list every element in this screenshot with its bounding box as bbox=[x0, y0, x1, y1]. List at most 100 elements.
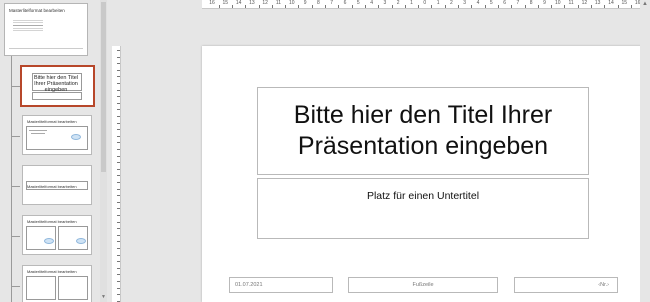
ruler-tick bbox=[117, 56, 120, 58]
thumbnail-slide-master[interactable]: Masterlitelformat bearbeiten bbox=[4, 3, 88, 56]
thumbnail-layout-title: Masterlitelformat bearbeiten bbox=[27, 219, 77, 224]
ruler-label: 1 bbox=[436, 0, 440, 6]
ruler-tick bbox=[524, 5, 526, 8]
thumbnail-subtitle-placeholder bbox=[32, 92, 82, 100]
ruler-label: 6 bbox=[343, 0, 347, 6]
slide-title[interactable]: Bitte hier den Titel Ihrer Präsentation … bbox=[273, 100, 573, 162]
thumbnail-graphic bbox=[76, 238, 86, 244]
date-text[interactable]: 01.07.2021 bbox=[235, 282, 263, 288]
thumbnail-layout-content[interactable]: Masterlitelformat bearbeiten bbox=[22, 115, 92, 155]
ruler-tick bbox=[117, 116, 120, 117]
scroll-down-icon[interactable]: ▼ bbox=[101, 294, 106, 300]
ruler-tick bbox=[537, 5, 539, 8]
ruler-label: 16 bbox=[209, 0, 215, 6]
slide-subtitle[interactable]: Platz für einen Untertitel bbox=[258, 190, 588, 202]
ruler-tick bbox=[117, 234, 120, 236]
ruler-label: 15 bbox=[222, 0, 229, 6]
thumbnail-graphic bbox=[71, 134, 81, 140]
subtitle-placeholder[interactable]: Platz für einen Untertitel bbox=[257, 178, 589, 239]
ruler-label: 2 bbox=[450, 0, 453, 6]
ruler-tick bbox=[325, 5, 327, 8]
ruler-tick bbox=[444, 5, 446, 8]
layout-tree-tick bbox=[11, 86, 20, 87]
ruler-label: 12 bbox=[262, 0, 268, 6]
ruler-tick bbox=[117, 248, 120, 249]
editor-scrollbar[interactable]: ▲ bbox=[640, 0, 650, 302]
ruler-label: 5 bbox=[356, 0, 360, 6]
ruler-tick bbox=[285, 5, 287, 8]
ruler-tick bbox=[298, 5, 300, 8]
ruler-label: 10 bbox=[555, 0, 561, 6]
ruler-tick bbox=[378, 5, 380, 8]
ruler-label: 6 bbox=[503, 0, 506, 6]
thumbnail-content-left bbox=[26, 276, 56, 300]
ruler-label: 9 bbox=[303, 0, 307, 6]
layout-tree-line bbox=[11, 56, 12, 302]
thumbnail-layout-comparison[interactable]: Masterlitelformat bearbeiten bbox=[22, 265, 92, 302]
ruler-label: 3 bbox=[383, 0, 387, 6]
date-placeholder[interactable]: 01.07.2021 bbox=[229, 277, 333, 293]
ruler-label: 3 bbox=[463, 0, 467, 6]
ruler-tick bbox=[117, 208, 120, 210]
ruler-tick bbox=[577, 5, 579, 8]
ruler-tick bbox=[117, 109, 120, 111]
slide-number-text[interactable]: ‹Nr.› bbox=[598, 282, 609, 288]
ruler-tick bbox=[117, 201, 120, 203]
ruler-tick bbox=[604, 5, 606, 8]
ruler-tick bbox=[117, 188, 120, 190]
ruler-tick bbox=[117, 294, 120, 296]
ruler-label: 11 bbox=[568, 0, 574, 6]
ruler-tick bbox=[117, 215, 120, 216]
ruler-label: 14 bbox=[608, 0, 614, 6]
slide-number-placeholder[interactable]: ‹Nr.› bbox=[514, 277, 618, 293]
thumbnail-master-bullets bbox=[13, 18, 43, 32]
ruler-tick bbox=[117, 69, 120, 71]
ruler-label: 5 bbox=[489, 0, 493, 6]
ruler-tick bbox=[117, 142, 120, 144]
ruler-tick bbox=[117, 261, 120, 263]
ruler-tick bbox=[117, 228, 120, 230]
horizontal-ruler[interactable]: 16 15 14 13 12 11 10 9 8 7 6 5 4 3 2 1 0 1 2 3 4 5 6 7 8 9 10 11 12 1… bbox=[202, 0, 650, 9]
thumbnail-master-footer bbox=[9, 48, 83, 52]
scroll-up-icon[interactable]: ▲ bbox=[642, 1, 648, 7]
ruler-tick bbox=[117, 175, 120, 177]
ruler-tick bbox=[338, 5, 340, 8]
ruler-tick bbox=[218, 5, 220, 8]
ruler-tick bbox=[245, 5, 247, 8]
slide-canvas[interactable]: Bitte hier den Titel Ihrer Präsentation … bbox=[202, 46, 650, 302]
ruler-tick bbox=[117, 254, 120, 256]
layout-tree-tick bbox=[11, 286, 20, 287]
title-placeholder[interactable]: Bitte hier den Titel Ihrer Präsentation … bbox=[257, 87, 589, 175]
ruler-tick bbox=[117, 96, 120, 98]
thumbnail-scrollbar-thumb[interactable] bbox=[101, 2, 106, 172]
vertical-ruler[interactable] bbox=[112, 46, 121, 302]
ruler-tick bbox=[117, 149, 120, 150]
thumbnail-layout-section[interactable]: Masterlitelformat bearbeiten bbox=[22, 165, 92, 205]
thumbnail-layout-title-slide[interactable]: Bitte hier den Titel Ihrer Präsentation … bbox=[20, 65, 95, 107]
layout-tree-tick bbox=[11, 236, 20, 237]
ruler-tick bbox=[364, 5, 366, 8]
ruler-label: 9 bbox=[543, 0, 546, 6]
ruler-label: 15 bbox=[621, 0, 628, 6]
ruler-tick bbox=[511, 5, 513, 8]
ruler-label: 13 bbox=[594, 0, 601, 6]
thumbnail-graphic bbox=[44, 238, 54, 244]
footer-text[interactable]: Fußzeile bbox=[412, 282, 433, 288]
thumbnail-layout-two-content[interactable]: Masterlitelformat bearbeiten bbox=[22, 215, 92, 255]
ruler-tick bbox=[458, 5, 460, 8]
layout-tree-tick bbox=[11, 186, 20, 187]
ruler-tick bbox=[351, 5, 353, 8]
ruler-tick bbox=[258, 5, 260, 8]
footer-placeholder[interactable]: Fußzeile bbox=[348, 277, 498, 293]
thumbnail-scrollbar[interactable]: ▼ bbox=[100, 0, 107, 302]
thumbnail-master-title: Masterlitelformat bearbeiten bbox=[9, 8, 65, 13]
ruler-tick bbox=[117, 221, 120, 223]
ruler-label: 10 bbox=[289, 0, 295, 6]
ruler-label: 12 bbox=[581, 0, 588, 6]
ruler-label: 14 bbox=[235, 0, 242, 6]
thumbnail-layout-title: Bitte hier den Titel Ihrer Präsentation … bbox=[33, 75, 79, 93]
ruler-label: 7 bbox=[516, 0, 520, 6]
thumbnail-content-right bbox=[58, 276, 88, 300]
thumbnail-layout-title: Masterlitelformat bearbeiten bbox=[27, 269, 77, 274]
ruler-tick bbox=[117, 274, 120, 276]
